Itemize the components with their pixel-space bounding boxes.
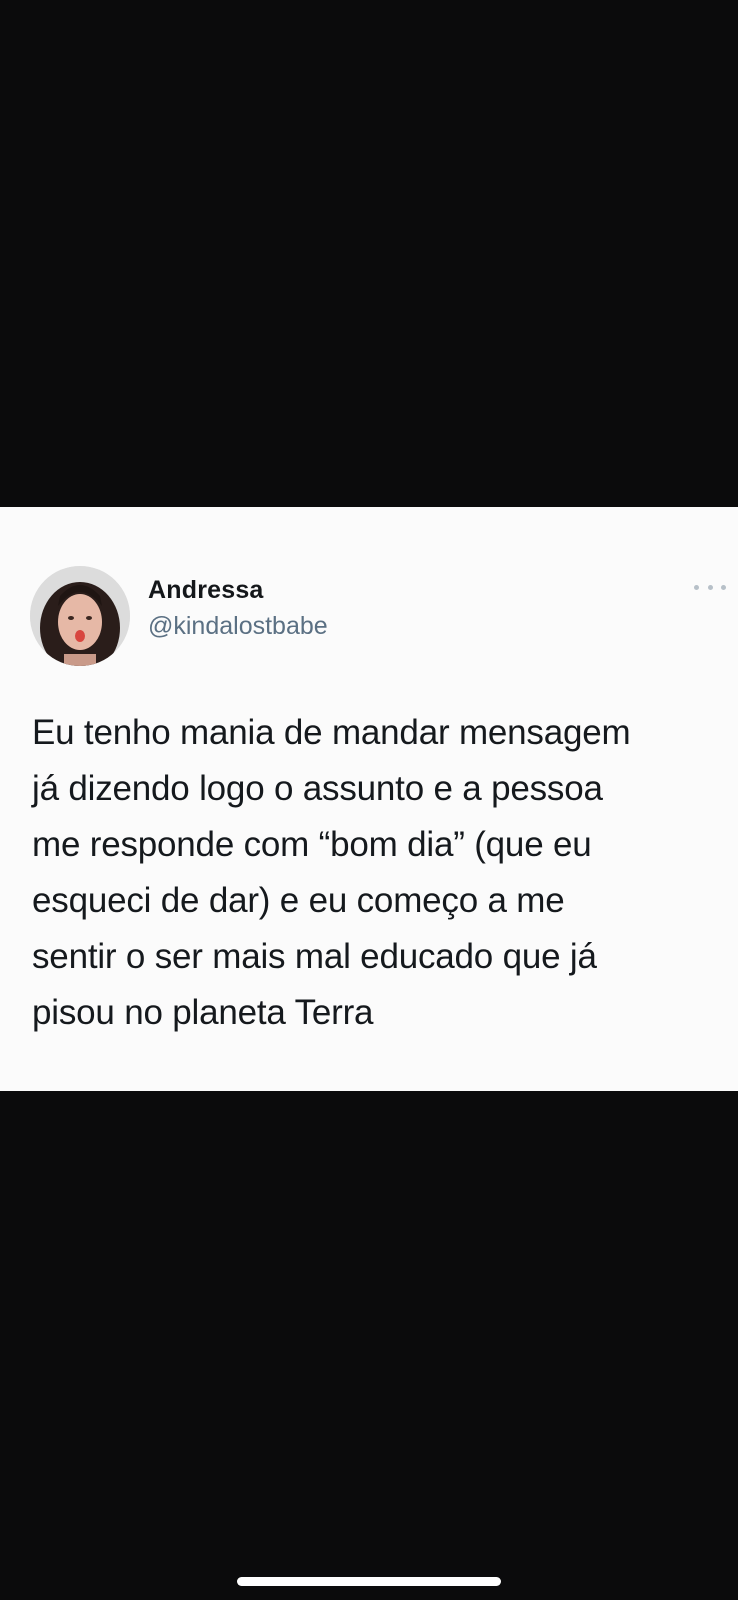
tweet-text: Eu tenho mania de mandar mensagem já diz… [32,713,631,1032]
profile-photo [30,566,130,666]
more-dot [707,584,713,590]
home-indicator[interactable] [237,1577,501,1586]
more-dot [721,584,726,590]
more-dot [694,584,699,590]
avatar[interactable] [30,566,130,666]
more-options-icon[interactable] [694,579,726,595]
user-handle[interactable]: @kindalostbabe [148,612,328,641]
display-name[interactable]: Andressa [148,576,264,605]
tweet-card[interactable]: Andressa @kindalostbabe Eu tenho mania d… [0,507,738,1091]
